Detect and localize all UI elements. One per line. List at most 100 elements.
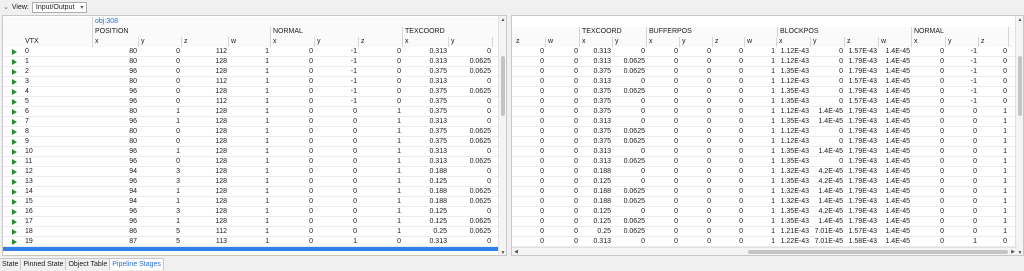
scroll-thumb[interactable] [748, 250, 1008, 254]
table-row[interactable]: 12 94 3 128 1 0 0 1 0.188 0 [3, 167, 500, 177]
table-row[interactable]: 0 0 0.313 0 0 0 0 1 1.12E-43 0 1.57E-43 1.4E-45 0 -1 0 [512, 47, 1017, 57]
play-icon[interactable] [12, 199, 17, 205]
table-row[interactable]: 0 0 0.313 0 0 0 0 1 1.35E-43 1.4E-45 1.79E-43 1.4E-… [512, 117, 1017, 127]
scroll-thumb[interactable] [501, 56, 505, 116]
scroll-thumb[interactable] [1018, 56, 1022, 116]
table-row[interactable]: 11 96 0 128 1 0 0 1 0.313 0.0625 [3, 157, 500, 167]
table-row[interactable]: 3 80 0 112 1 0 -1 0 0.313 0 [3, 77, 500, 87]
table-cell: 0 [353, 128, 357, 135]
table-row[interactable]: 15 94 1 128 1 0 0 1 0.188 0.0625 [3, 197, 500, 207]
table-row[interactable]: 1 80 0 128 1 0 -1 0 0.313 0.0625 [3, 57, 500, 67]
table-cell: 128 [215, 138, 227, 145]
table-row[interactable]: 10 96 1 128 1 0 0 1 0.313 0 [3, 147, 500, 157]
play-icon[interactable] [12, 169, 17, 175]
table-cell: -1 [970, 68, 977, 75]
table-row[interactable]: 0 0 0.375 0.0625 0 0 0 1 1.12E-43 0 1.79E-43 1.4E-4… [512, 137, 1017, 147]
table-row[interactable]: 17 96 1 128 1 0 0 1 0.125 0.0625 [3, 217, 500, 227]
table-row[interactable]: 18 86 5 112 1 0 0 1 0.25 0.0625 [3, 227, 500, 237]
scroll-right-icon[interactable]: ▶ [1009, 248, 1017, 255]
table-row[interactable]: 13 96 3 128 1 0 0 1 0.125 0 [3, 177, 500, 187]
table-row[interactable]: 0 0 0.313 0 0 0 0 1 1.35E-43 1.4E-45 1.79E-43 1.4E-… [512, 147, 1017, 157]
table-row[interactable]: 0 0 0.125 0.0625 0 0 0 1 1.35E-43 1.4E-45 1.79E-43… [512, 217, 1017, 227]
right-vertical-scrollbar[interactable]: ▲ ▼ [1015, 16, 1023, 255]
play-icon[interactable] [12, 179, 17, 185]
play-icon[interactable] [12, 79, 17, 85]
table-row[interactable]: 2 96 0 128 1 0 -1 0 0.375 0.0625 [3, 67, 500, 77]
table-row[interactable]: 6 80 1 128 1 0 0 1 0.375 0 [3, 107, 500, 117]
table-row[interactable]: 0 0 0.375 0 0 0 0 1 1.12E-43 1.4E-45 1.79E-43 1.4E-… [512, 107, 1017, 117]
table-row[interactable]: 0 0 0.125 0 0 0 0 1 1.35E-43 4.2E-45 1.79E-43 1.4E-… [512, 177, 1017, 187]
play-icon[interactable] [12, 149, 17, 155]
table-row[interactable]: 0 80 0 112 1 0 -1 0 0.313 0 [3, 47, 500, 57]
play-icon[interactable] [12, 109, 17, 115]
table-cell: 0 [540, 208, 544, 215]
table-row[interactable]: 19 87 5 113 1 0 1 0 0.313 0 [3, 237, 500, 247]
view-select[interactable]: Input/Output ▾ [31, 1, 88, 13]
left-vertical-scrollbar[interactable]: ▲ ▼ [498, 16, 506, 255]
column-header-y: y [449, 37, 493, 47]
table-row[interactable]: 0 0 0.188 0.0625 0 0 0 1 1.32E-43 1.4E-45 1.79E-43… [512, 197, 1017, 207]
table-row[interactable]: 0 0 0.313 0.0625 0 0 0 1 1.35E-43 0 1.79E-43 1.4E-4… [512, 157, 1017, 167]
table-row[interactable]: 0 0 0.125 0 0 0 0 1 1.35E-43 4.2E-45 1.79E-43 1.4E-… [512, 207, 1017, 217]
table-row[interactable]: 4 96 0 128 1 0 -1 0 0.375 0.0625 [3, 87, 500, 97]
tab-pipeline-stages[interactable]: Pipeline Stages [110, 258, 164, 270]
play-icon[interactable] [12, 209, 17, 215]
table-row[interactable]: 0 0 0.188 0 0 0 0 1 1.32E-43 4.2E-45 1.79E-43 1.4E-… [512, 167, 1017, 177]
table-cell: 0 [940, 138, 944, 145]
horizontal-scrollbar[interactable]: ◀ ▶ [512, 247, 1017, 255]
scroll-up-icon[interactable]: ▲ [1016, 16, 1023, 24]
table-cell: 0 [353, 188, 357, 195]
table-cell: 1.57E-43 [848, 98, 877, 105]
tab-pinned-state[interactable]: Pinned State [21, 258, 67, 270]
input-vertex-table[interactable]: obj:308 POSITION NORMAL TEXCOORD VTX x y z w x y z x… [2, 15, 507, 256]
tab-object-table[interactable]: Object Table [66, 258, 111, 270]
table-row[interactable]: 0 0 0.313 0 0 0 0 1 1.12E-43 0 1.57E-43 1.4E-45 0 -1 0 [512, 77, 1017, 87]
table-row[interactable]: 0 0 0.375 0.0625 0 0 0 1 1.12E-43 0 1.79E-43 1.4E-4… [512, 127, 1017, 137]
play-icon[interactable] [12, 219, 17, 225]
table-cell: 0 [309, 58, 313, 65]
scroll-up-icon[interactable]: ▲ [499, 16, 506, 24]
table-row[interactable]: 0 0 0.313 0.0625 0 0 0 1 1.12E-43 0 1.79E-43 1.4E-4… [512, 57, 1017, 67]
table-cell: 128 [215, 218, 227, 225]
play-icon[interactable] [12, 49, 17, 55]
table-row[interactable]: 5 96 0 112 1 0 -1 0 0.375 0 [3, 97, 500, 107]
table-cell: 1.4E-45 [818, 188, 843, 195]
table-row[interactable]: 8 80 0 128 1 0 0 1 0.375 0.0625 [3, 127, 500, 137]
table-cell: 0.0625 [469, 128, 491, 135]
selected-row[interactable] [3, 247, 500, 251]
play-icon[interactable] [12, 99, 17, 105]
table-row[interactable]: 0 0 0.313 0 0 0 0 1 1.22E-43 7.01E-45 1.58E-43 1.4E… [512, 237, 1017, 247]
table-row[interactable]: 9 80 0 128 1 0 0 1 0.375 0.0625 [3, 137, 500, 147]
table-cell: 1 [771, 78, 775, 85]
blank-cell [3, 27, 93, 37]
table-row[interactable]: 0 0 0.375 0.0625 0 0 0 1 1.35E-43 0 1.79E-43 1.4E-4… [512, 87, 1017, 97]
table-row[interactable]: 14 94 1 128 1 0 0 1 0.188 0.0625 [3, 187, 500, 197]
play-icon[interactable] [12, 189, 17, 195]
table-cell: 0.188 [429, 168, 447, 175]
table-row[interactable]: 7 96 1 128 1 0 0 1 0.313 0 [3, 117, 500, 127]
play-icon[interactable] [12, 129, 17, 135]
play-icon[interactable] [12, 119, 17, 125]
table-cell: 0 [353, 108, 357, 115]
tab-state[interactable]: State [0, 258, 22, 270]
scroll-left-icon[interactable]: ◀ [512, 248, 520, 255]
scroll-down-icon[interactable]: ▼ [499, 249, 506, 255]
play-icon[interactable] [12, 229, 17, 235]
table-cell: 0.125 [429, 218, 447, 225]
table-cell: 0 [574, 108, 578, 115]
play-icon[interactable] [12, 69, 17, 75]
table-row[interactable]: 0 0 0.375 0.0625 0 0 0 1 1.35E-43 0 1.79E-43 1.4E-4… [512, 67, 1017, 77]
table-row[interactable]: 0 0 0.188 0.0625 0 0 0 1 1.32E-43 1.4E-45 1.79E-43… [512, 187, 1017, 197]
play-icon[interactable] [12, 159, 17, 165]
table-row[interactable]: 0 0 0.25 0.0625 0 0 0 1 1.21E-43 7.01E-45 1.57E-43… [512, 227, 1017, 237]
chevron-down-icon[interactable]: ⌄ [3, 3, 9, 11]
play-icon[interactable] [12, 59, 17, 65]
play-icon[interactable] [12, 89, 17, 95]
table-cell: 0 [1003, 238, 1007, 245]
output-vertex-table[interactable]: TEXCOORD BUFFERPOS BLOCKPOS NORMAL z w x y x y z w x… [511, 15, 1024, 256]
table-row[interactable]: 16 96 3 128 1 0 0 1 0.125 0 [3, 207, 500, 217]
play-icon[interactable] [12, 139, 17, 145]
table-row[interactable]: 0 0 0.375 0 0 0 0 1 1.35E-43 0 1.57E-43 1.4E-45 0 -1 0 [512, 97, 1017, 107]
scroll-down-icon[interactable]: ▼ [1016, 249, 1023, 255]
play-icon[interactable] [12, 239, 17, 245]
